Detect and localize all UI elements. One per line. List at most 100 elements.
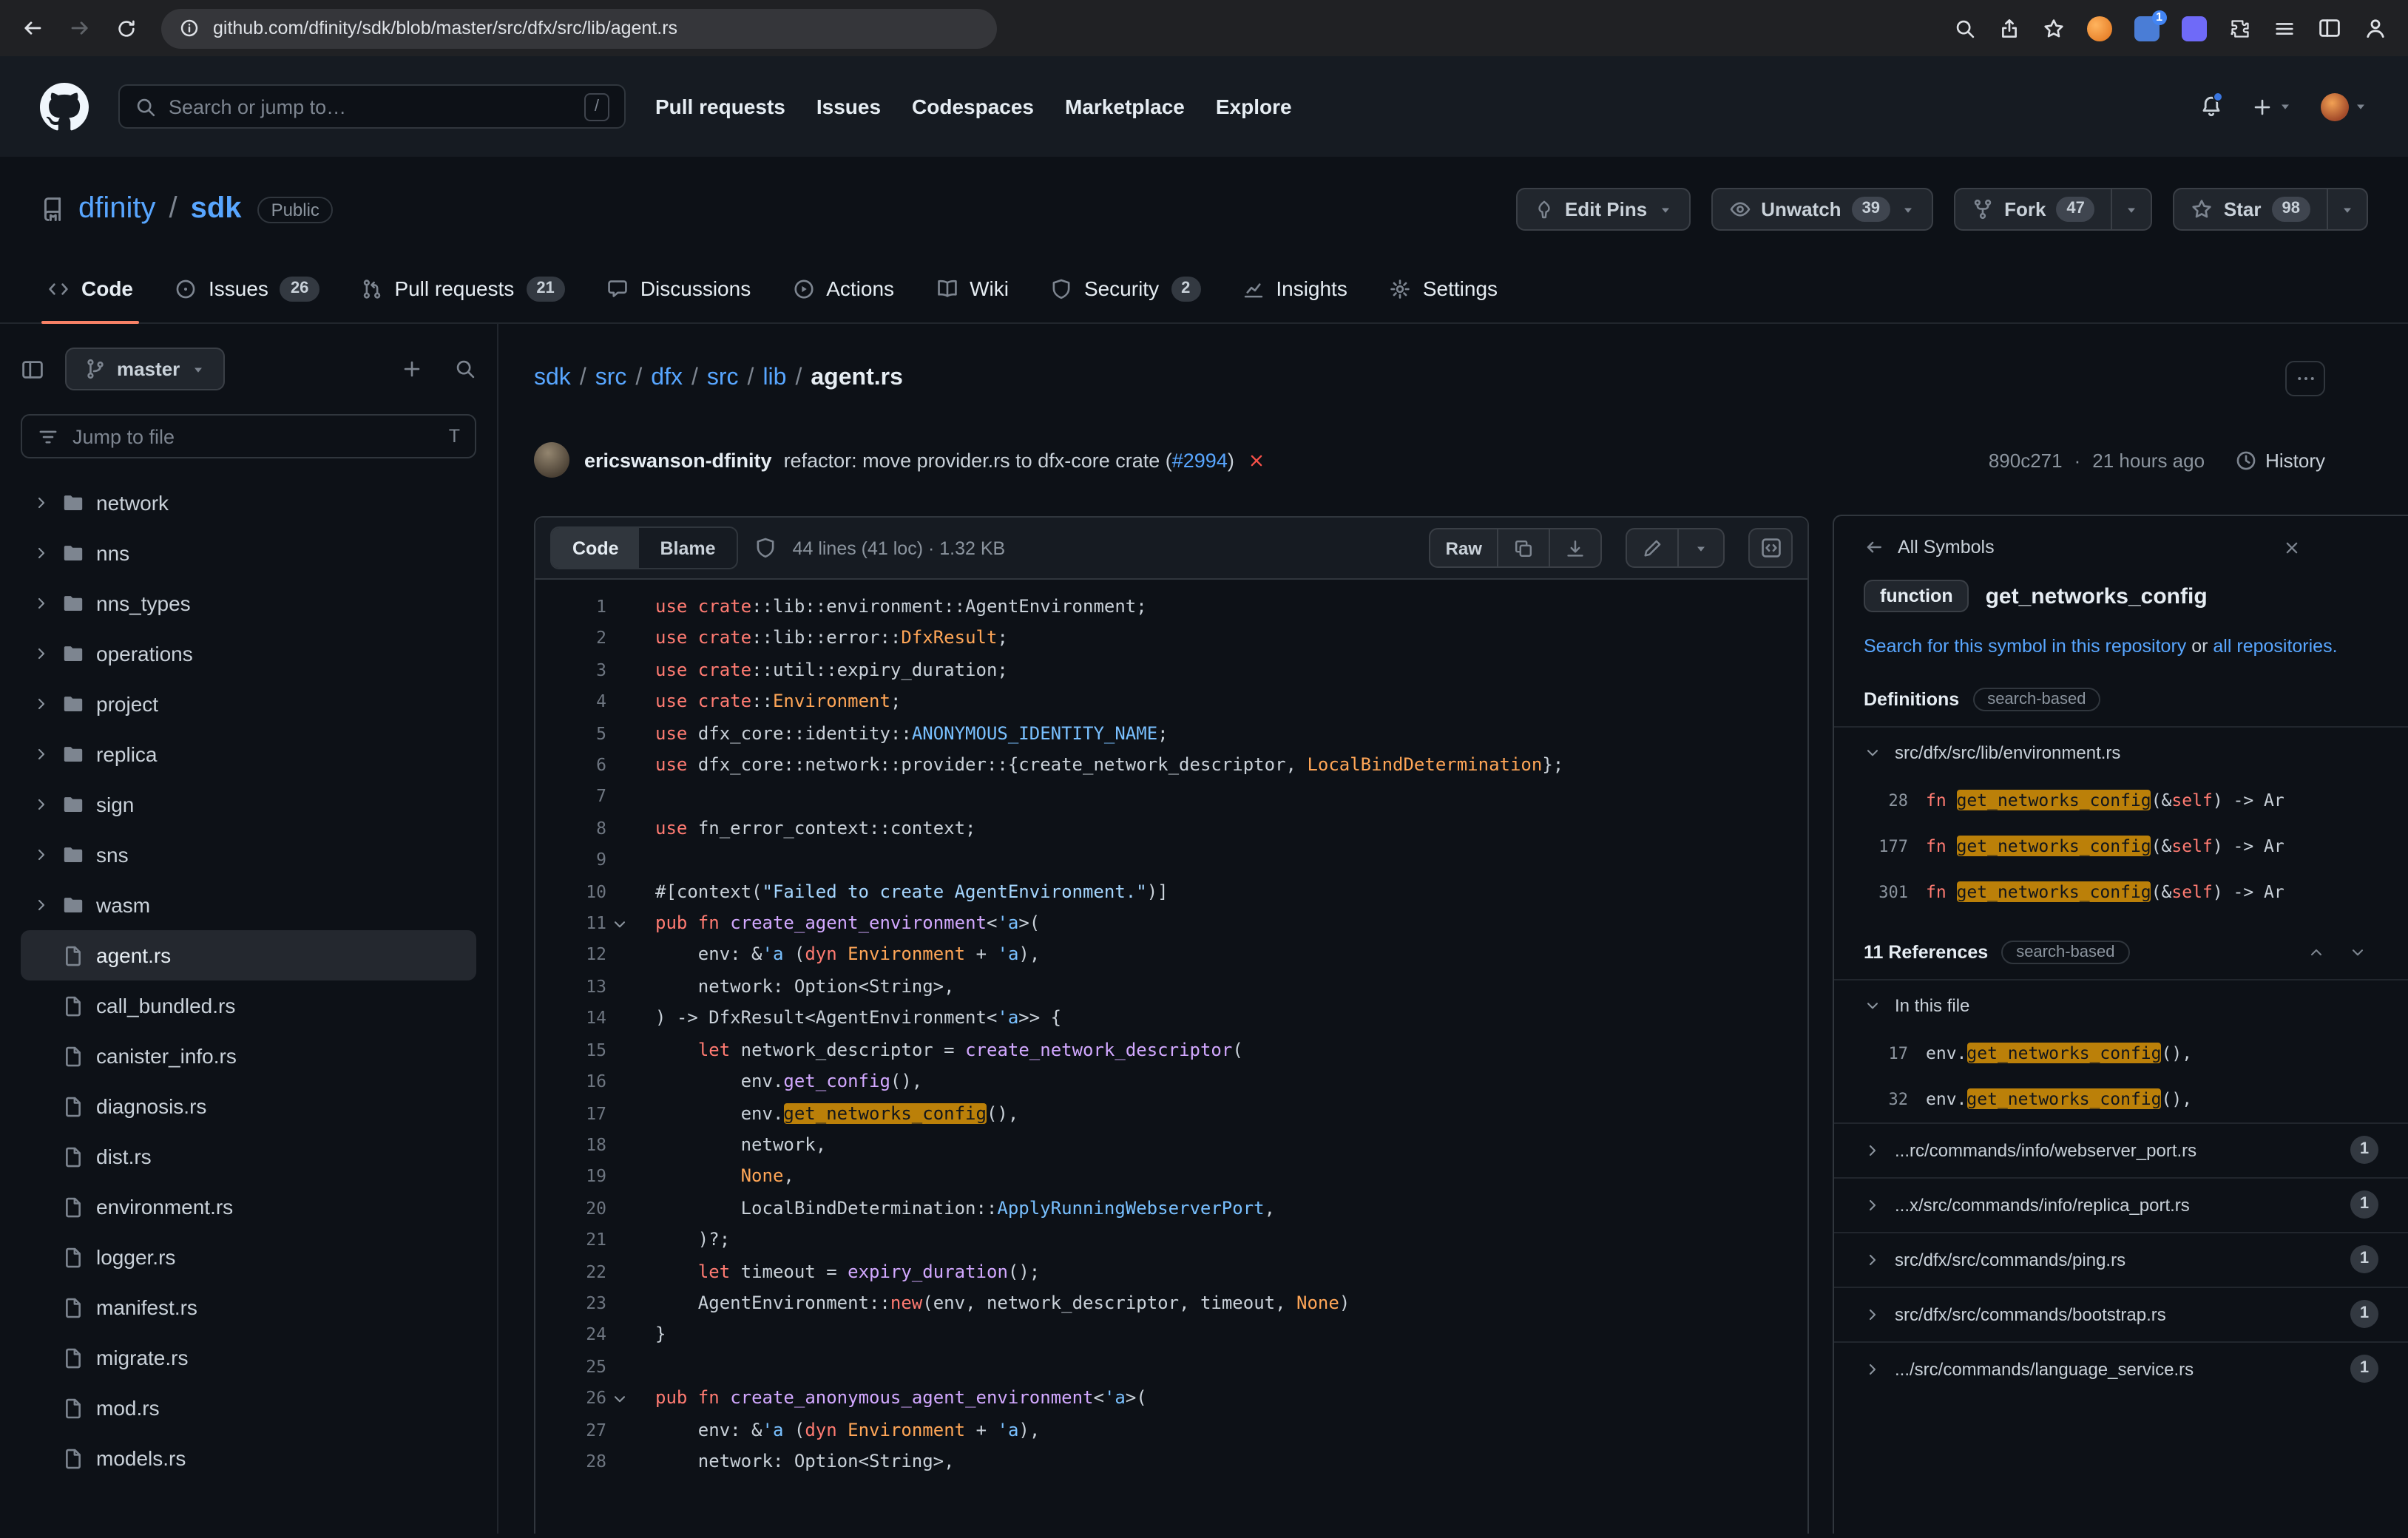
definition-row[interactable]: 301fn get_networks_config(&self) -> Ar [1834,869,2408,915]
fork-button[interactable]: Fork 47 [1954,188,2113,231]
download-button[interactable] [1550,528,1602,568]
commit-author[interactable]: ericswanson-dfinity [584,449,772,471]
copy-button[interactable] [1498,528,1550,568]
line-number[interactable]: 10 [535,876,606,908]
branch-selector[interactable]: master [65,348,224,390]
search-all-link[interactable]: all repositories. [2213,636,2337,657]
nav-codespaces[interactable]: Codespaces [912,95,1034,118]
line-number[interactable]: 16 [535,1066,606,1098]
reference-file-row[interactable]: src/dfx/src/commands/bootstrap.rs1 [1834,1286,2408,1341]
shield-icon[interactable] [754,537,777,559]
tree-folder-sns[interactable]: sns [21,830,476,880]
tree-file-migrate-rs[interactable]: migrate.rs [21,1332,476,1383]
nav-marketplace[interactable]: Marketplace [1065,95,1185,118]
line-number[interactable]: 17 [535,1098,606,1130]
fork-dropdown[interactable] [2113,188,2153,231]
site-info-icon[interactable] [179,18,200,38]
global-search[interactable]: / [118,84,626,129]
line-number[interactable]: 12 [535,940,606,972]
repo-name-link[interactable]: sdk [191,192,242,226]
panels-icon[interactable] [2318,16,2341,40]
line-number[interactable]: 13 [535,972,606,1003]
breadcrumb-link-dfx[interactable]: dfx [651,365,683,392]
nav-explore[interactable]: Explore [1216,95,1292,118]
tree-file-mod-rs[interactable]: mod.rs [21,1383,476,1433]
tree-file-agent-rs[interactable]: agent.rs [21,930,476,980]
extension-blue-icon[interactable]: 1 [2134,16,2160,41]
tree-folder-project[interactable]: project [21,679,476,729]
star-button[interactable]: Star 98 [2174,188,2328,231]
line-number[interactable]: 23 [535,1288,606,1320]
tab-issues[interactable]: Issues26 [154,254,339,322]
back-arrow-icon[interactable] [1864,537,1884,558]
reference-row[interactable]: 32env.get_networks_config(), [1834,1076,2408,1122]
tab-wiki[interactable]: Wiki [915,254,1029,322]
history-button[interactable]: History [2234,449,2325,471]
tab-settings[interactable]: Settings [1368,254,1518,322]
tree-file-diagnosis-rs[interactable]: diagnosis.rs [21,1081,476,1131]
tree-file-manifest-rs[interactable]: manifest.rs [21,1282,476,1332]
unwatch-button[interactable]: Unwatch 39 [1711,188,1933,231]
zoom-icon[interactable] [1954,17,1976,39]
global-search-input[interactable] [169,95,572,118]
extension-orange-icon[interactable] [2087,16,2112,41]
definitions-file-group[interactable]: src/dfx/src/lib/environment.rs [1834,727,2408,777]
forward-icon[interactable] [68,16,92,40]
definition-row[interactable]: 28fn get_networks_config(&self) -> Ar [1834,777,2408,823]
line-number[interactable]: 19 [535,1162,606,1193]
check-failed-icon[interactable] [1248,450,1267,470]
line-number[interactable]: 6 [535,750,606,782]
line-number[interactable]: 21 [535,1224,606,1256]
reading-list-icon[interactable] [2273,17,2296,39]
tab-insights[interactable]: Insights [1221,254,1368,322]
edit-dropdown[interactable] [1679,528,1725,568]
line-number[interactable]: 27 [535,1415,606,1446]
create-new-button[interactable] [2251,95,2293,118]
edit-pins-button[interactable]: Edit Pins [1516,188,1690,231]
prev-reference-icon[interactable] [2307,943,2325,961]
line-number[interactable]: 28 [535,1446,606,1478]
reference-file-row[interactable]: ...x/src/commands/info/replica_port.rs1 [1834,1176,2408,1231]
in-this-file-group[interactable]: In this file [1834,980,2408,1030]
back-icon[interactable] [21,16,44,40]
notifications-bell-icon[interactable] [2199,95,2223,118]
line-number[interactable]: 9 [535,845,606,877]
commit-author-avatar[interactable] [534,442,569,478]
tab-code[interactable]: Code [27,254,154,322]
tree-file-canister-info-rs[interactable]: canister_info.rs [21,1031,476,1081]
reference-row[interactable]: 17env.get_networks_config(), [1834,1030,2408,1076]
raw-button[interactable]: Raw [1430,528,1498,568]
tree-folder-nns[interactable]: nns [21,528,476,578]
tree-folder-replica[interactable]: replica [21,729,476,779]
puzzle-icon[interactable] [2229,17,2251,39]
profile-icon[interactable] [2364,16,2387,40]
tree-file-dist-rs[interactable]: dist.rs [21,1131,476,1182]
fold-toggle-icon[interactable] [606,1383,632,1415]
tab-security[interactable]: Security2 [1029,254,1221,322]
tab-discussions[interactable]: Discussions [586,254,771,322]
reference-file-row[interactable]: .../src/commands/language_service.rs1 [1834,1341,2408,1395]
code-view-tab[interactable]: Code [552,528,640,568]
definition-row[interactable]: 177fn get_networks_config(&self) -> Ar [1834,823,2408,869]
address-bar[interactable]: github.com/dfinity/sdk/blob/master/src/d… [161,8,997,48]
fold-toggle-icon[interactable] [606,908,632,940]
line-number[interactable]: 5 [535,718,606,750]
jump-to-file[interactable]: T [21,414,476,458]
line-number[interactable]: 4 [535,686,606,718]
star-dropdown[interactable] [2328,188,2368,231]
tree-folder-sign[interactable]: sign [21,779,476,830]
all-symbols-label[interactable]: All Symbols [1898,537,1995,558]
nav-pull-requests[interactable]: Pull requests [655,95,785,118]
commit-sha[interactable]: 890c271 [1989,449,2063,471]
nav-issues[interactable]: Issues [816,95,881,118]
share-icon[interactable] [1998,17,2020,39]
tree-file-environment-rs[interactable]: environment.rs [21,1182,476,1232]
breadcrumb-link-src[interactable]: src [595,365,627,392]
tree-file-models-rs[interactable]: models.rs [21,1433,476,1483]
more-options-button[interactable] [2285,361,2325,396]
line-number[interactable]: 20 [535,1193,606,1224]
line-number[interactable]: 18 [535,1130,606,1162]
line-number[interactable]: 1 [535,592,606,623]
tree-folder-operations[interactable]: operations [21,629,476,679]
close-panel-icon[interactable] [2282,538,2302,557]
